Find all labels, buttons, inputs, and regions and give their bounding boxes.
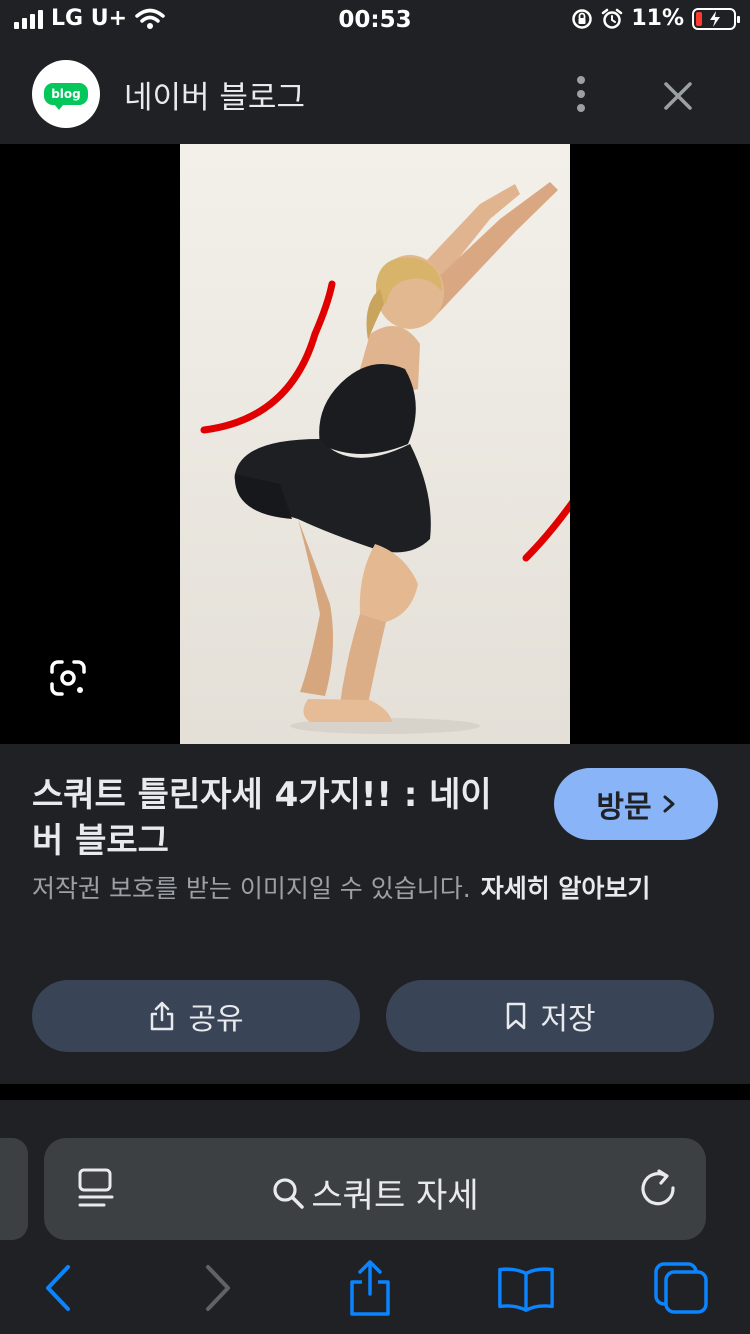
book-icon (498, 1267, 554, 1312)
share-icon (151, 1001, 174, 1031)
search-query-display[interactable]: 스쿼트 자세 (44, 1168, 706, 1217)
battery-icon (692, 7, 740, 30)
forward-chevron-icon (206, 1265, 230, 1311)
alarm-icon (602, 8, 623, 29)
app-header: blog 네이버 블로그 (0, 40, 750, 144)
reload-icon[interactable] (636, 1166, 680, 1210)
status-right: 11% (571, 6, 740, 31)
copyright-notice: 저작권 보호를 받는 이미지일 수 있습니다. 자세히 알아보기 (32, 870, 722, 908)
source-site-title: 네이버 블로그 (124, 80, 305, 116)
save-button-label: 저장 (540, 1002, 596, 1037)
search-query-text: 스쿼트 자세 (311, 1176, 479, 1216)
search-icon (273, 1177, 305, 1209)
visit-button[interactable]: 방문 (554, 768, 718, 840)
orientation-lock-icon (572, 8, 593, 29)
bookmark-icon (507, 1002, 526, 1030)
back-button[interactable] (28, 1258, 88, 1318)
address-bar[interactable]: 스쿼트 자세 (44, 1138, 706, 1240)
google-lens-icon[interactable] (48, 658, 88, 698)
tabs-icon (654, 1262, 708, 1314)
posture-annotation-lines (200, 280, 570, 562)
more-options-icon[interactable] (566, 74, 596, 114)
naver-blog-logo[interactable]: blog (32, 60, 100, 128)
squat-photo[interactable] (180, 144, 570, 744)
browser-toolbar (0, 1258, 750, 1334)
chevron-right-icon (663, 795, 675, 813)
share-button[interactable]: 공유 (32, 980, 360, 1052)
forward-button[interactable] (188, 1258, 248, 1318)
bookmarks-button[interactable] (496, 1258, 556, 1318)
share-page-button[interactable] (340, 1258, 400, 1318)
previous-tab-peek[interactable] (0, 1138, 28, 1240)
copyright-text: 저작권 보호를 받는 이미지일 수 있습니다. (32, 874, 471, 903)
back-chevron-icon (46, 1265, 70, 1311)
visit-button-label: 방문 (596, 790, 652, 825)
save-button[interactable]: 저장 (386, 980, 714, 1052)
image-preview-area (0, 144, 750, 744)
blog-logo-text: blog (44, 83, 88, 110)
tabs-button[interactable] (652, 1258, 712, 1318)
share-button-label: 공유 (188, 1002, 244, 1037)
learn-more-link[interactable]: 자세히 알아보기 (481, 874, 651, 903)
close-icon[interactable] (654, 72, 702, 120)
share-page-icon (350, 1260, 390, 1316)
result-title[interactable]: 스쿼트 틀린자세 4가지!! : 네이버 블로그 (32, 772, 522, 864)
status-bar: LG U+ 00:53 11% (0, 0, 750, 40)
image-info-panel: 스쿼트 틀린자세 4가지!! : 네이버 블로그 방문 저작권 보호를 받는 이… (0, 744, 750, 1084)
battery-percentage: 11% (631, 6, 684, 31)
browser-bottom-bar: 스쿼트 자세 (0, 1100, 750, 1334)
